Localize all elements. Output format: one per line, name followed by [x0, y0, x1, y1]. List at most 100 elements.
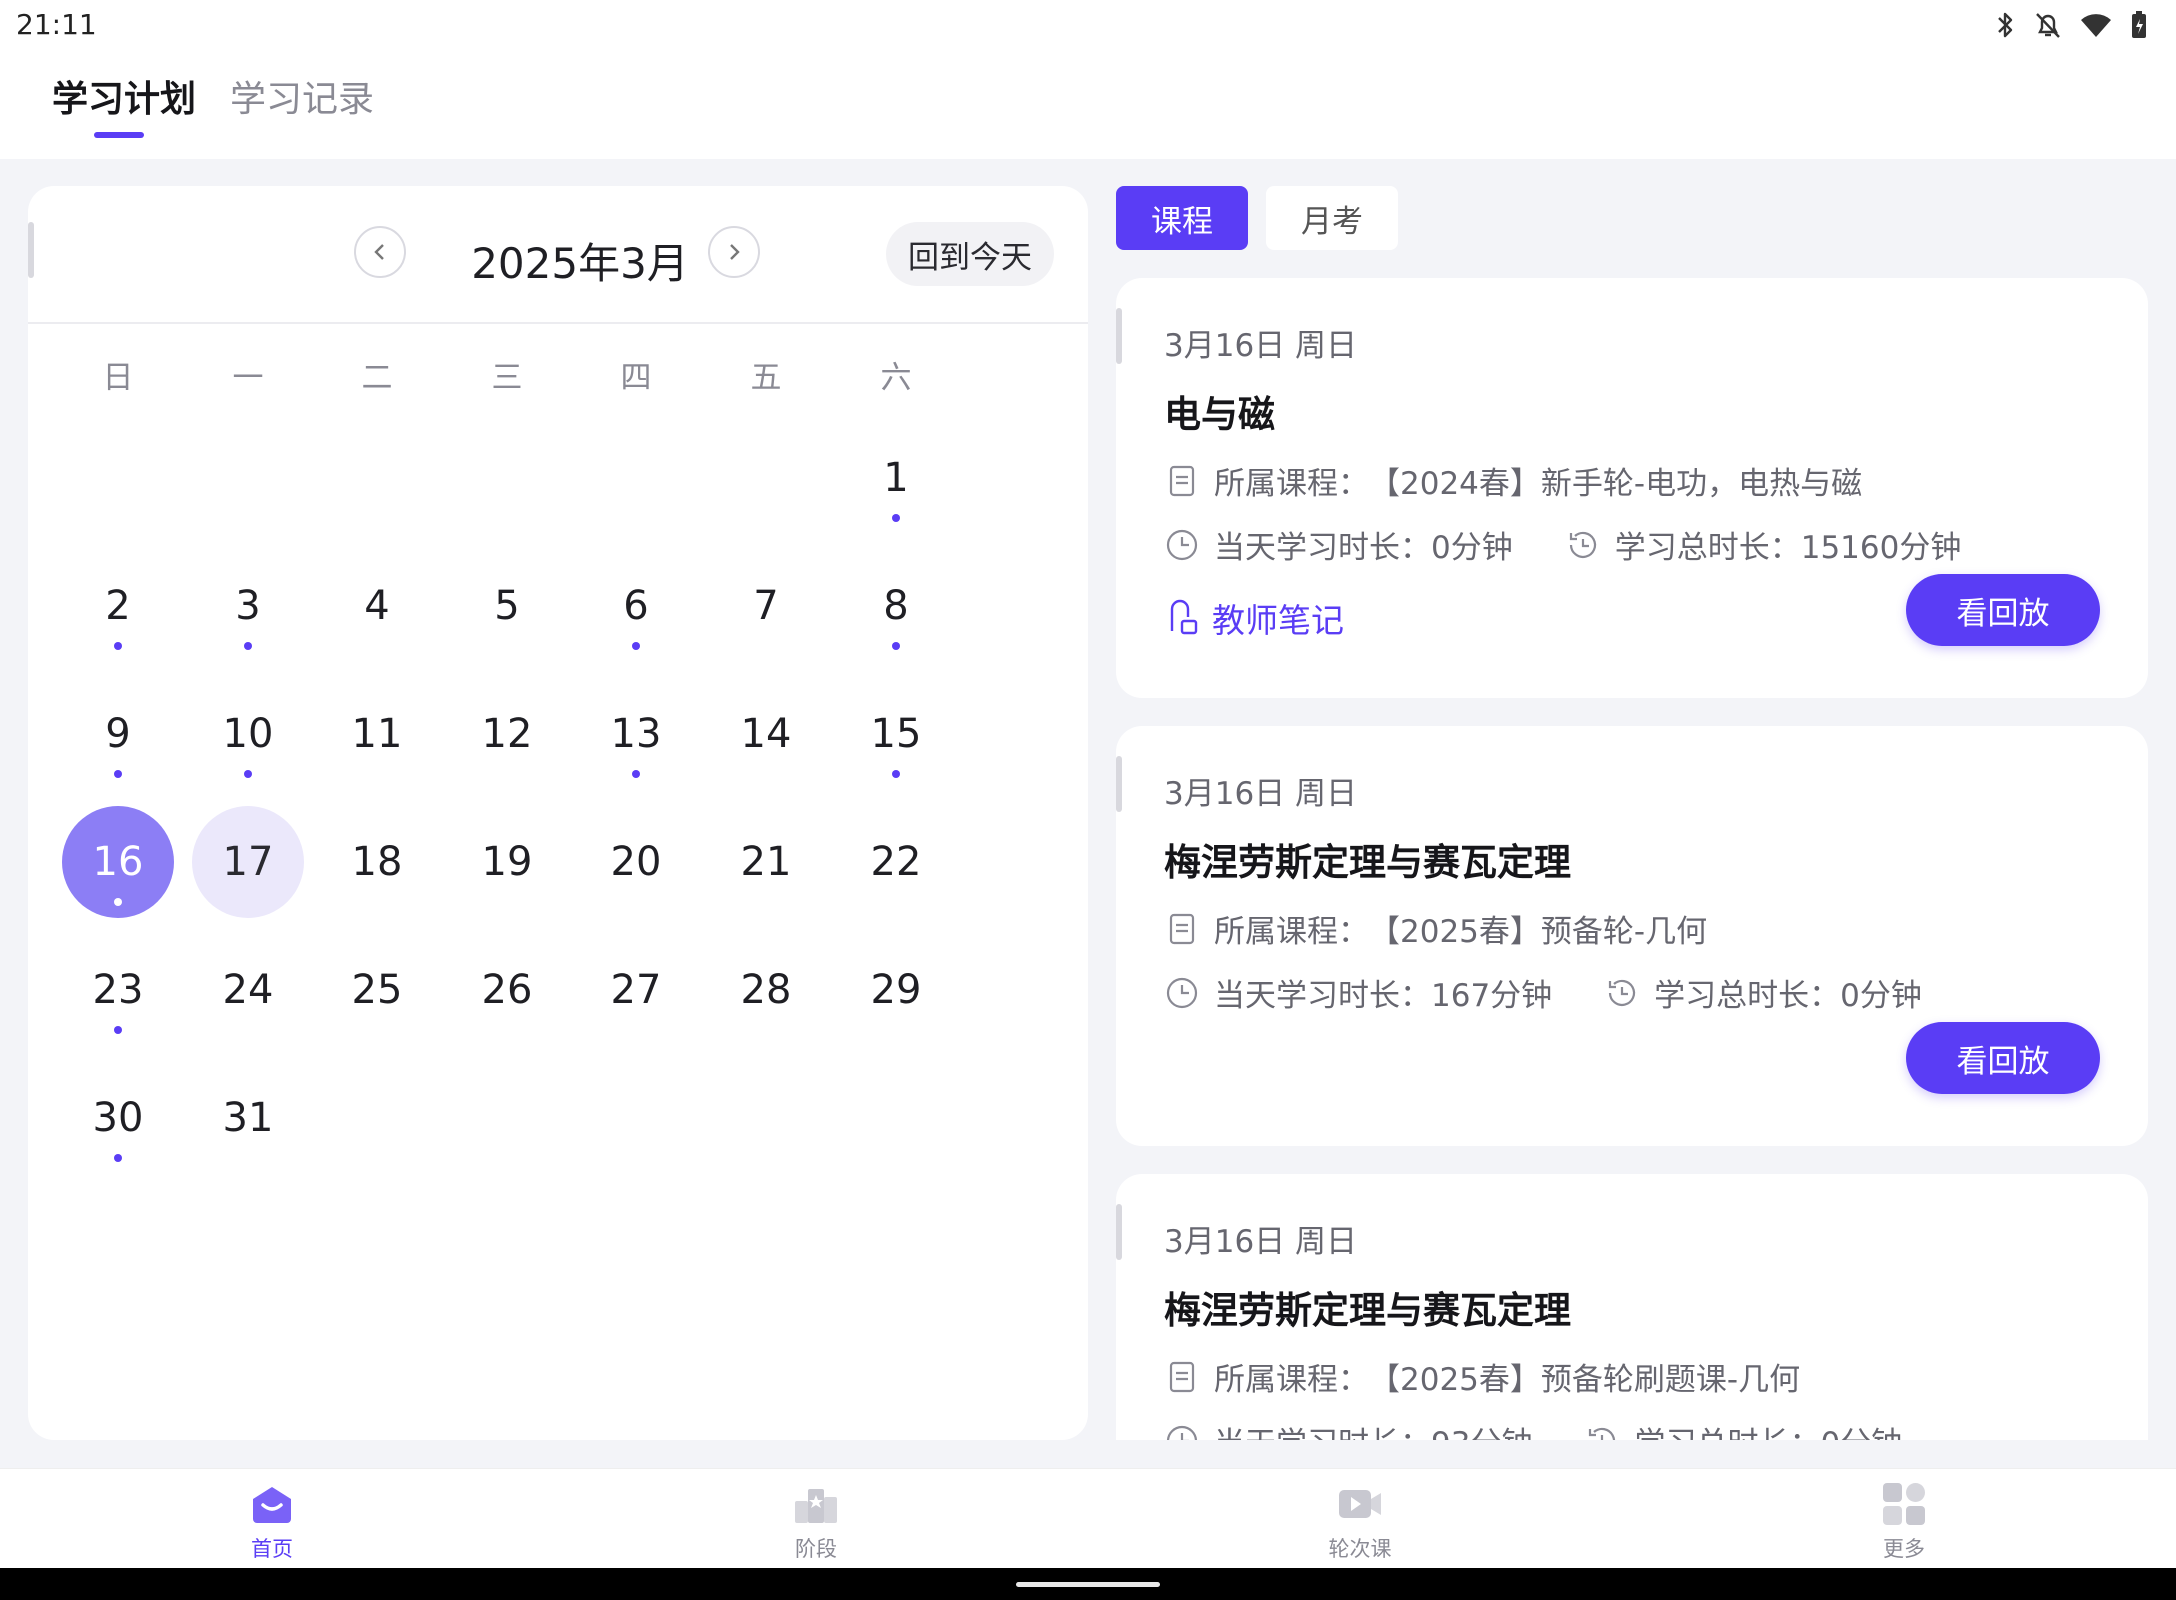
calendar-day[interactable]: 25 — [321, 934, 433, 1046]
course-name: 【2024春】新手轮-电功，电热与磁 — [1369, 466, 1863, 502]
grid-icon — [1879, 1479, 1929, 1529]
calendar-day[interactable]: 22 — [840, 806, 952, 918]
course-card: 3月16日 周日 电与磁 所属课程： 【2024春】新手轮-电功，电热与磁 当天… — [1116, 278, 2148, 698]
course-row: 所属课程： 【2025春】预备轮刷题课-几何 — [1164, 1354, 1800, 1399]
card-title: 梅涅劳斯定理与赛瓦定理 — [1164, 841, 1571, 884]
calendar-day[interactable]: 24 — [192, 934, 304, 1046]
month-title: 2025年3月 — [471, 239, 689, 288]
weekday-label: 一 — [232, 360, 264, 396]
calendar-day[interactable]: 14 — [710, 678, 822, 790]
watch-replay-button[interactable]: 看回放 — [1906, 574, 2100, 646]
calendar-day[interactable]: 8 — [840, 550, 952, 662]
chevron-right-icon — [730, 244, 740, 260]
weekday-label: 三 — [491, 360, 523, 396]
calendar-day[interactable]: 26 — [451, 934, 563, 1046]
gesture-handle[interactable] — [1016, 1582, 1160, 1587]
course-label: 所属课程： — [1214, 1362, 1369, 1398]
course-row: 所属课程： 【2025春】预备轮-几何 — [1164, 906, 1707, 951]
calendar-day[interactable]: 11 — [321, 678, 433, 790]
calendar-day[interactable]: 28 — [710, 934, 822, 1046]
nav-more[interactable]: 更多 — [1824, 1479, 1984, 1563]
document-icon — [1164, 1359, 1200, 1395]
course-label: 所属课程： — [1214, 466, 1369, 502]
calendar-day-number: 11 — [351, 711, 403, 757]
calendar-day-number: 22 — [870, 839, 922, 885]
calendar-day[interactable]: 1 — [840, 422, 952, 534]
calendar-day-number: 7 — [753, 583, 779, 629]
nav-stage[interactable]: 阶段 — [736, 1479, 896, 1563]
card-edge-marker — [1116, 1204, 1122, 1260]
calendar-day[interactable]: 4 — [321, 550, 433, 662]
stage-icon — [791, 1479, 841, 1529]
watch-replay-button[interactable]: 看回放 — [1906, 1022, 2100, 1094]
calendar-day[interactable]: 3 — [192, 550, 304, 662]
has-class-indicator — [632, 770, 640, 778]
weekday-label: 四 — [620, 360, 652, 396]
weekday-label: 日 — [102, 360, 134, 396]
calendar-day-number: 18 — [351, 839, 403, 885]
nav-rounds[interactable]: 轮次课 — [1280, 1479, 1440, 1563]
clock-icon — [1164, 1423, 1200, 1440]
calendar-day[interactable]: 7 — [710, 550, 822, 662]
history-icon — [1565, 527, 1601, 563]
calendar-day[interactable]: 21 — [710, 806, 822, 918]
nav-home[interactable]: 首页 — [192, 1479, 352, 1563]
card-date: 3月16日 周日 — [1164, 328, 1358, 364]
calendar-day-number: 4 — [364, 583, 390, 629]
segment-monthly-exam[interactable]: 月考 — [1266, 186, 1398, 250]
calendar-day[interactable]: 17 — [192, 806, 304, 918]
calendar-header: 2025年3月 回到今天 — [28, 186, 1088, 324]
calendar-day-number: 29 — [870, 967, 922, 1013]
calendar-day-number: 23 — [92, 967, 144, 1013]
calendar-day-number: 25 — [351, 967, 403, 1013]
calendar-day[interactable]: 16 — [62, 806, 174, 918]
segment-course[interactable]: 课程 — [1116, 186, 1248, 250]
duration-row: 当天学习时长： 93分钟 学习总时长： 0分钟 — [1164, 1418, 1902, 1440]
calendar-day[interactable]: 12 — [451, 678, 563, 790]
calendar-day[interactable]: 9 — [62, 678, 174, 790]
card-date: 3月16日 周日 — [1164, 1224, 1358, 1260]
calendar-day[interactable]: 29 — [840, 934, 952, 1046]
total-duration-value: 15160分钟 — [1800, 530, 1962, 566]
calendar-day-number: 15 — [870, 711, 922, 757]
clock-icon — [1164, 975, 1200, 1011]
total-duration-label: 学习总时长： — [1614, 530, 1801, 566]
has-class-indicator — [892, 642, 900, 650]
has-class-indicator — [114, 1026, 122, 1034]
calendar-day[interactable]: 5 — [451, 550, 563, 662]
calendar-day[interactable]: 19 — [451, 806, 563, 918]
calendar-day[interactable]: 20 — [580, 806, 692, 918]
tab-study-record[interactable]: 学习记录 — [230, 70, 374, 122]
calendar-day[interactable]: 10 — [192, 678, 304, 790]
has-class-indicator — [632, 642, 640, 650]
card-date: 3月16日 周日 — [1164, 776, 1358, 812]
calendar-day[interactable]: 23 — [62, 934, 174, 1046]
calendar-day[interactable]: 13 — [580, 678, 692, 790]
has-class-indicator — [892, 514, 900, 522]
back-to-today-button[interactable]: 回到今天 — [886, 222, 1054, 286]
document-icon — [1164, 911, 1200, 947]
has-class-indicator — [114, 898, 122, 906]
calendar-day[interactable]: 27 — [580, 934, 692, 1046]
calendar-panel: 2025年3月 回到今天 日一二三四五六 1 2 3 4 5 6 7 8 9 10 11 12 13 14… — [28, 186, 1088, 1440]
calendar-day-number: 21 — [740, 839, 792, 885]
home-icon — [247, 1479, 297, 1529]
has-class-indicator — [114, 1154, 122, 1162]
calendar-day-number: 28 — [740, 967, 792, 1013]
calendar-day-number: 6 — [623, 583, 649, 629]
calendar-day[interactable]: 15 — [840, 678, 952, 790]
calendar-day-number: 31 — [222, 1095, 274, 1141]
calendar-day[interactable]: 30 — [62, 1062, 174, 1174]
calendar-day[interactable]: 18 — [321, 806, 433, 918]
calendar-day[interactable]: 6 — [580, 550, 692, 662]
nav-home-label: 首页 — [251, 1537, 293, 1561]
calendar-day[interactable]: 2 — [62, 550, 174, 662]
previous-month-button[interactable] — [354, 226, 406, 278]
teacher-notes-link[interactable]: 教师笔记 — [1164, 594, 1344, 642]
system-gesture-bar — [0, 1568, 2176, 1600]
duration-row: 当天学习时长： 0分钟 学习总时长： 15160分钟 — [1164, 522, 1961, 567]
calendar-day-number: 19 — [481, 839, 533, 885]
tab-study-plan[interactable]: 学习计划 — [52, 70, 196, 122]
calendar-day[interactable]: 31 — [192, 1062, 304, 1174]
next-month-button[interactable] — [708, 226, 760, 278]
